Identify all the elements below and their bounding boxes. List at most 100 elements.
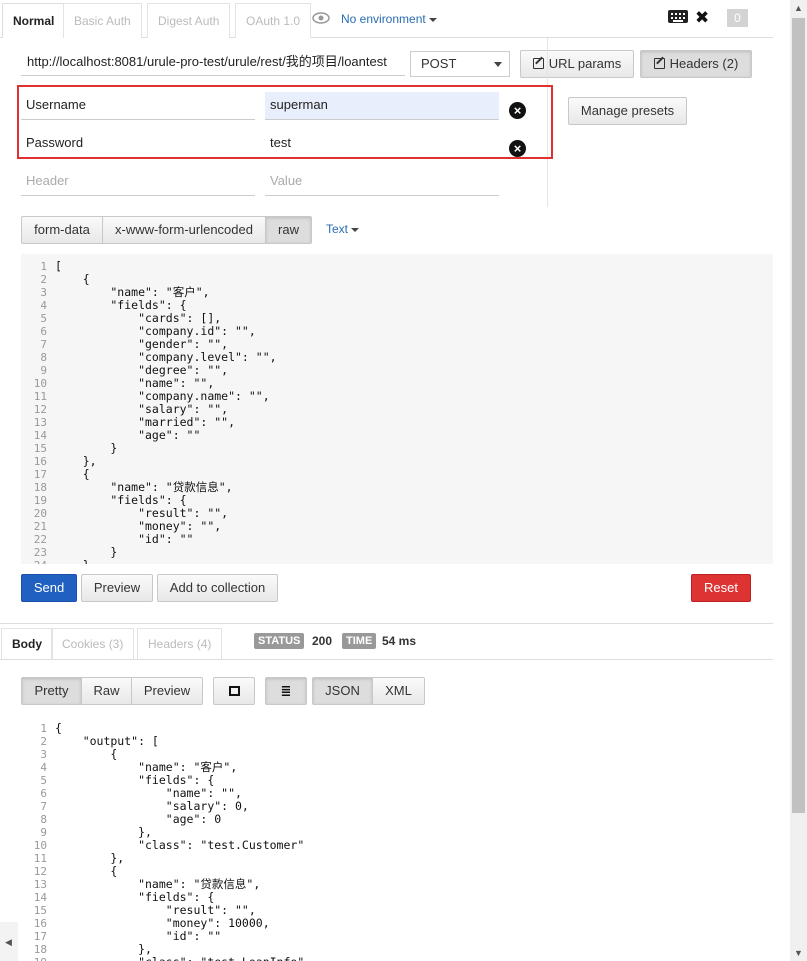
line-number: 16 — [33, 455, 47, 468]
headers-button[interactable]: Headers (2) — [640, 50, 752, 78]
line-number: 11 — [33, 390, 47, 403]
tab-digest-auth[interactable]: Digest Auth — [147, 3, 231, 38]
line-number: 17 — [33, 468, 47, 481]
tab-preview-response[interactable]: Preview — [131, 677, 203, 705]
tab-form-data[interactable]: form-data — [21, 216, 103, 244]
wrap-lines-button[interactable]: ≣ — [265, 677, 307, 705]
response-body-viewer[interactable]: 12345678910111213141516171819 { "output"… — [21, 716, 773, 961]
line-numbers: 123456789101112131415161718192021222324 — [21, 260, 47, 564]
new-header-key-input[interactable]: Header — [21, 168, 255, 196]
auth-tabbar: Normal Basic Auth Digest Auth OAuth 1.0 … — [0, 0, 773, 38]
tab-raw-response[interactable]: Raw — [81, 677, 132, 705]
wrap-icon: ≣ — [280, 683, 292, 698]
line-number: 20 — [33, 507, 47, 520]
tab-raw[interactable]: raw — [265, 216, 312, 244]
tab-response-cookies[interactable]: Cookies (3) — [51, 628, 135, 659]
line-number: 19 — [33, 494, 47, 507]
line-number: 15 — [33, 442, 47, 455]
tab-pretty[interactable]: Pretty — [21, 677, 82, 705]
line-number: 6 — [40, 787, 47, 800]
line-number: 13 — [33, 878, 47, 891]
line-number: 5 — [40, 774, 47, 787]
settings-tools-icon[interactable]: ✖ — [695, 8, 709, 28]
tab-response-body[interactable]: Body — [1, 628, 53, 659]
line-number: 17 — [33, 930, 47, 943]
tab-json[interactable]: JSON — [312, 677, 373, 705]
line-number: 4 — [40, 761, 47, 774]
preview-button[interactable]: Preview — [81, 574, 153, 602]
line-number: 11 — [33, 852, 47, 865]
tab-x-www-form-urlencoded[interactable]: x-www-form-urlencoded — [102, 216, 266, 244]
chevron-down-icon — [428, 17, 437, 22]
line-number: 24 — [21, 559, 47, 564]
line-number: 2 — [40, 273, 47, 286]
add-to-collection-button[interactable]: Add to collection — [157, 574, 278, 602]
headers-label: Headers (2) — [669, 56, 739, 71]
line-number: 13 — [33, 416, 47, 429]
new-header-value-input[interactable]: Value — [265, 168, 499, 196]
left-scroll-area: ◀ — [0, 922, 18, 961]
divider — [0, 623, 773, 624]
scroll-down-icon[interactable]: ▼ — [794, 948, 803, 958]
request-body-code[interactable]: [ { "name": "客户", "fields": { "cards": [… — [55, 260, 277, 565]
fullscreen-button[interactable] — [213, 677, 255, 705]
line-number: 14 — [33, 891, 47, 904]
url-params-button[interactable]: URL params — [520, 50, 634, 78]
line-number: 23 — [33, 546, 47, 559]
eye-icon[interactable] — [312, 12, 330, 24]
status-label: STATUS — [254, 633, 305, 649]
line-number: 1 — [40, 260, 47, 273]
line-number: 9 — [40, 826, 47, 839]
environment-dropdown[interactable]: No environment — [341, 12, 437, 26]
edit-icon — [532, 58, 544, 69]
response-body-code[interactable]: { "output": [ { "name": "客户", "fields": … — [55, 722, 304, 961]
manage-presets-button[interactable]: Manage presets — [568, 97, 687, 125]
line-number: 19 — [21, 956, 47, 961]
tab-xml[interactable]: XML — [372, 677, 425, 705]
line-number: 21 — [33, 520, 47, 533]
tab-basic-auth[interactable]: Basic Auth — [63, 3, 142, 38]
text-type-label: Text — [326, 222, 349, 236]
status-value: 200 — [312, 634, 333, 648]
line-number: 12 — [33, 403, 47, 416]
method-select[interactable]: POST — [410, 51, 510, 77]
line-number: 1 — [40, 722, 47, 735]
keyboard-icon[interactable] — [668, 10, 688, 23]
line-number: 22 — [33, 533, 47, 546]
line-number: 8 — [40, 351, 47, 364]
send-button[interactable]: Send — [21, 574, 77, 602]
line-number: 10 — [33, 839, 47, 852]
scrollbar-thumb[interactable] — [792, 18, 805, 813]
line-number: 2 — [40, 735, 47, 748]
line-number: 15 — [33, 904, 47, 917]
edit-icon — [653, 58, 665, 69]
tab-normal[interactable]: Normal — [2, 3, 66, 38]
text-type-dropdown[interactable]: Text — [326, 222, 360, 236]
code-line: } — [55, 559, 277, 565]
scroll-up-icon[interactable]: ▲ — [794, 3, 803, 13]
line-number: 14 — [33, 429, 47, 442]
line-number: 6 — [40, 325, 47, 338]
method-label: POST — [421, 56, 457, 71]
line-number: 10 — [33, 377, 47, 390]
reset-button[interactable]: Reset — [691, 574, 751, 602]
line-number: 8 — [40, 813, 47, 826]
request-body-editor[interactable]: 123456789101112131415161718192021222324 … — [21, 254, 773, 564]
scroll-left-icon[interactable]: ◀ — [5, 937, 12, 948]
line-number: 18 — [33, 481, 47, 494]
line-number: 4 — [40, 299, 47, 312]
line-number: 7 — [40, 800, 47, 813]
url-params-label: URL params — [548, 56, 622, 71]
line-number: 16 — [33, 917, 47, 930]
expand-icon — [228, 686, 240, 696]
highlight-box — [17, 85, 553, 159]
line-number: 3 — [40, 748, 47, 761]
code-line: "class": "test.LoanInfo" — [55, 956, 304, 961]
tab-response-headers[interactable]: Headers (4) — [137, 628, 223, 659]
environment-label: No environment — [341, 12, 426, 26]
tab-oauth[interactable]: OAuth 1.0 — [235, 3, 312, 38]
url-input[interactable]: http://localhost:8081/urule-pro-test/uru… — [21, 51, 405, 76]
counter-badge: 0 — [727, 9, 748, 27]
time-label: TIME — [342, 633, 377, 649]
line-number: 7 — [40, 338, 47, 351]
